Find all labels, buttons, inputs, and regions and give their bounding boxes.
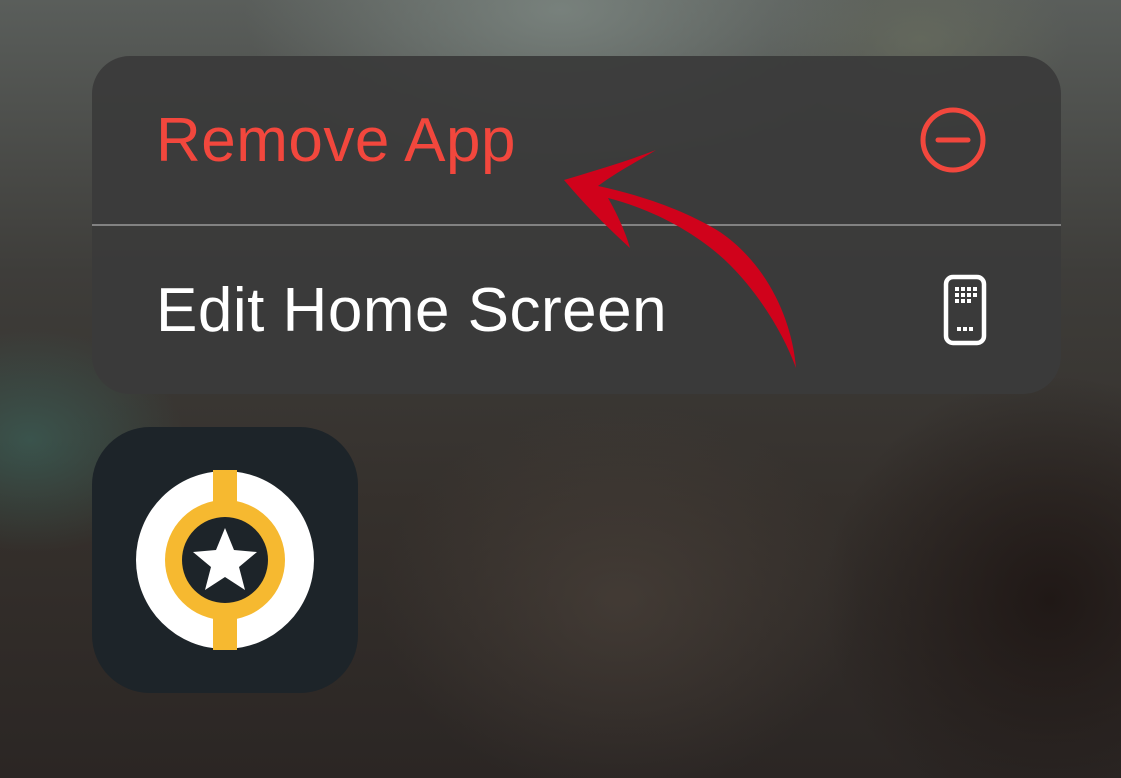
app-icon[interactable] (92, 427, 358, 693)
phone-home-screen-icon (943, 274, 987, 346)
edit-home-screen-menu-item[interactable]: Edit Home Screen (92, 226, 1061, 394)
remove-app-menu-item[interactable]: Remove App (92, 56, 1061, 224)
minus-circle-icon (919, 106, 987, 174)
context-menu: Remove App Edit Home Screen (92, 56, 1061, 394)
remove-app-label: Remove App (156, 105, 516, 175)
edit-home-screen-label: Edit Home Screen (156, 275, 668, 345)
star-badge-app-icon (136, 470, 314, 650)
